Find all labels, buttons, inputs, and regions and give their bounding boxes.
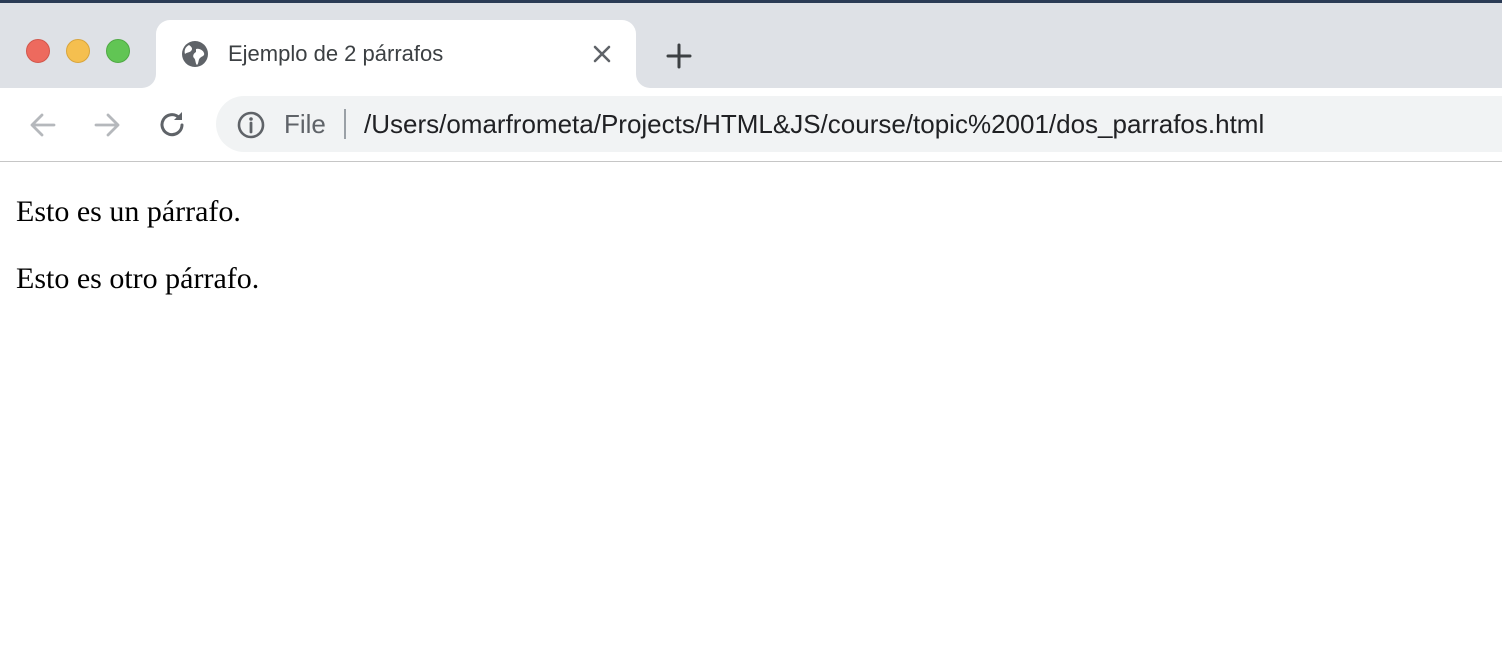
info-icon[interactable] [236,110,266,140]
browser-toolbar: File /Users/omarfrometa/Projects/HTML&JS… [0,88,1502,162]
reload-icon[interactable] [155,108,189,142]
scheme-divider [344,109,346,139]
browser-window: Ejemplo de 2 párrafos File /Users/omarfr… [0,0,1502,656]
scheme-label: File [284,109,326,139]
paragraph: Esto es otro párrafo. [16,262,260,295]
address-bar[interactable]: File /Users/omarfrometa/Projects/HTML&JS… [216,96,1502,152]
window-minimize-button[interactable] [66,39,90,63]
window-zoom-button[interactable] [106,39,130,63]
paragraph: Esto es un párrafo. [16,195,241,228]
url-text[interactable]: /Users/omarfrometa/Projects/HTML&JS/cour… [364,108,1264,140]
plus-icon[interactable] [664,41,694,71]
page-content: Esto es un párrafo. Esto es otro párrafo… [0,162,1502,656]
arrow-right-icon[interactable] [90,108,124,142]
tab-title: Ejemplo de 2 párrafos [228,41,444,66]
arrow-left-icon[interactable] [26,108,60,142]
tab-strip: Ejemplo de 2 párrafos [0,3,1502,88]
window-close-button[interactable] [26,39,50,63]
tab-active[interactable]: Ejemplo de 2 párrafos [156,20,636,88]
globe-icon [180,39,210,69]
close-icon[interactable] [590,42,614,66]
